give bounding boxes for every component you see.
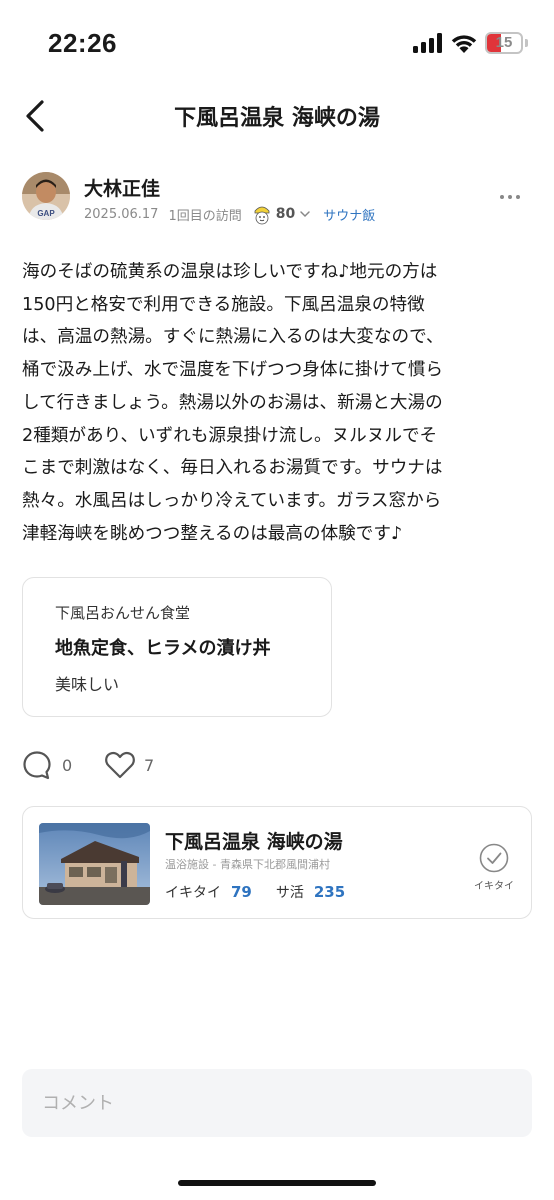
- meal-shop-name: 下風呂おんせん食堂: [55, 604, 191, 622]
- check-circle-icon: [479, 843, 509, 873]
- facility-stats: イキタイ 79 サ活 235: [165, 882, 369, 902]
- battery-icon: 15: [485, 32, 523, 54]
- facility-name: 下風呂温泉 海峡の湯: [165, 831, 343, 853]
- sakatsu-stat-label: サ活: [275, 885, 304, 901]
- sauna-mascot-icon: [254, 206, 270, 225]
- comment-count: 0: [62, 756, 73, 775]
- post-date: 2025.06.17: [84, 206, 159, 222]
- like-count: 7: [144, 756, 155, 775]
- ikitai-stat-value: 79: [231, 883, 252, 901]
- wifi-icon: [451, 35, 477, 53]
- ikitai-stat-label: イキタイ: [165, 885, 221, 901]
- avatar-photo: GAP: [22, 172, 70, 220]
- meal-item-name: 地魚定食、ヒラメの漬け丼: [55, 638, 271, 659]
- more-horizontal-icon[interactable]: [498, 190, 522, 204]
- page-title: 下風呂温泉 海峡の湯: [174, 106, 380, 131]
- sauna-meal-card[interactable]: 下風呂おんせん食堂 地魚定食、ヒラメの漬け丼 美味しい: [22, 577, 332, 717]
- signal-icon: [413, 33, 442, 53]
- heart-icon[interactable]: [104, 750, 136, 780]
- status-bar: 22:26 15: [0, 0, 554, 88]
- ikitai-button-label: イキタイ: [474, 881, 514, 892]
- chevron-down-icon[interactable]: [299, 208, 311, 220]
- post-body: 海のそばの硫黄系の温泉は珍しいですね♪地元の方は 150円と格安で利用できる施設…: [22, 262, 444, 544]
- battery-cap: [525, 39, 528, 47]
- visit-count: 1回目の訪問: [168, 208, 242, 224]
- facility-card[interactable]: 下風呂温泉 海峡の湯 温浴施設 - 青森県下北郡風間浦村 イキタイ 79 サ活 …: [22, 806, 532, 919]
- battery-level-text: 15: [495, 34, 513, 51]
- svg-text:GAP: GAP: [37, 209, 55, 218]
- home-indicator[interactable]: [178, 1180, 376, 1186]
- author-name[interactable]: 大林正佳: [84, 174, 160, 201]
- status-time: 22:26: [48, 28, 117, 58]
- ikitai-button[interactable]: イキタイ: [469, 843, 519, 893]
- sakatsu-stat-value: 235: [313, 883, 346, 901]
- avatar[interactable]: GAP: [22, 172, 70, 220]
- category-link[interactable]: サウナ飯: [323, 205, 375, 224]
- post-meta: 2025.06.17 1回目の訪問 80 サウナ飯: [84, 204, 375, 225]
- comment-icon[interactable]: [22, 750, 52, 780]
- sauna-score[interactable]: 80: [276, 206, 295, 222]
- facility-info: 温浴施設 - 青森県下北郡風間浦村: [165, 858, 330, 871]
- nav-header: 下風呂温泉 海峡の湯: [0, 88, 554, 144]
- facility-photo: [39, 823, 150, 905]
- meal-comment: 美味しい: [55, 675, 120, 694]
- comment-input[interactable]: [22, 1069, 532, 1137]
